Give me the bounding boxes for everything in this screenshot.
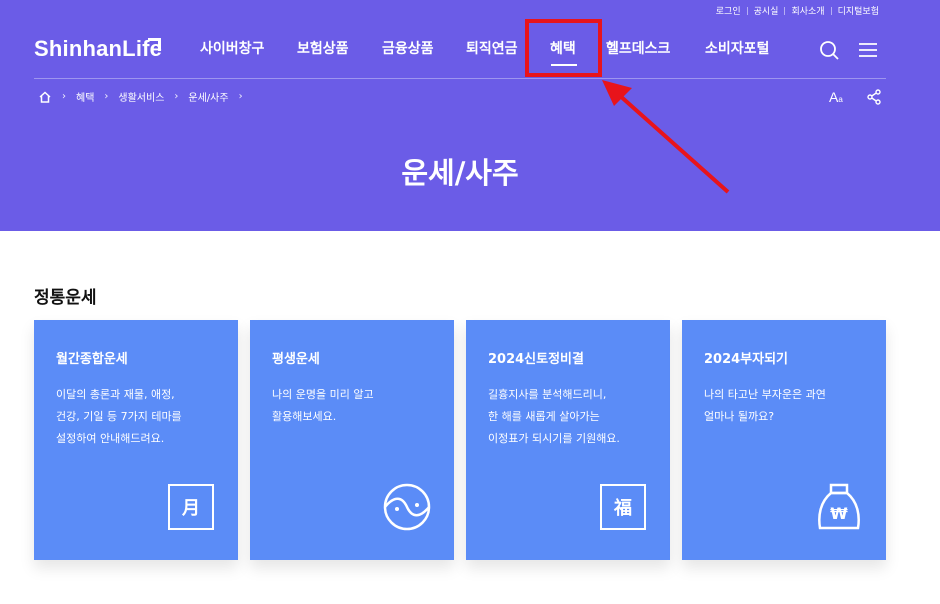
chevron-right-icon: ›: [62, 91, 66, 102]
card-title: 평생운세: [272, 352, 320, 367]
card-monthly-fortune[interactable]: 월간종합운세 이달의 총론과 재물, 애정, 건강, 기일 등 7가지 테마를 …: [34, 320, 238, 560]
font-size-button[interactable]: Aa: [829, 89, 843, 105]
font-size-label: A: [829, 89, 839, 105]
hamburger-menu-icon[interactable]: [858, 42, 878, 58]
card-description: 이달의 총론과 재물, 애정, 건강, 기일 등 7가지 테마를 설정하여 안내…: [56, 388, 182, 445]
card-title: 2024부자되기: [704, 352, 789, 367]
chevron-right-icon: ›: [104, 91, 109, 102]
login-link[interactable]: 로그인: [710, 4, 747, 17]
search-icon[interactable]: [819, 40, 839, 60]
nav-item-financial-products[interactable]: 금융상품: [382, 38, 434, 58]
logo-mark-icon: [148, 38, 161, 51]
disclosure-link[interactable]: 공시실: [748, 4, 785, 17]
nav-item-retirement-pension[interactable]: 퇴직연금: [466, 38, 518, 58]
money-bag-icon: ₩: [818, 483, 860, 530]
card-description: 길흉지사를 분석해드리니, 한 해를 새롭게 살아가는 이정표가 되시기를 기원…: [488, 388, 620, 445]
breadcrumb-benefits[interactable]: 혜택: [76, 89, 94, 104]
card-description: 나의 운명을 미리 알고 활용해보세요.: [272, 388, 374, 423]
card-get-rich[interactable]: 2024부자되기 나의 타고난 부자운은 과연 얼마나 될까요? ₩: [682, 320, 886, 560]
highlight-box: [525, 19, 602, 77]
page-title: 운세/사주: [401, 156, 519, 190]
utility-nav: 로그인 공시실 회사소개 디지털보험: [710, 4, 885, 17]
month-char-icon: 月: [168, 484, 214, 530]
breadcrumb-life-service[interactable]: 생활서비스: [118, 89, 164, 104]
section-title: 정통운세: [34, 288, 97, 308]
header-divider: [34, 78, 886, 79]
nav-item-help-desk[interactable]: 헬프데스크: [606, 38, 670, 58]
card-description: 나의 타고난 부자운은 과연 얼마나 될까요?: [704, 388, 826, 423]
nav-item-insurance-products[interactable]: 보험상품: [297, 38, 349, 58]
breadcrumb-fortune[interactable]: 운세/사주: [188, 89, 228, 104]
digital-insurance-link[interactable]: 디지털보험: [832, 4, 885, 17]
font-size-small-label: a: [838, 95, 843, 104]
chevron-right-icon: ›: [238, 91, 243, 102]
card-tojeong[interactable]: 2024신토정비결 길흉지사를 분석해드리니, 한 해를 새롭게 살아가는 이정…: [466, 320, 670, 560]
card-title: 월간종합운세: [56, 352, 128, 367]
fortune-char-icon: 福: [600, 484, 646, 530]
hero-banner: 로그인 공시실 회사소개 디지털보험 ShinhanLife 사이버창구 보험상…: [0, 0, 940, 231]
share-icon[interactable]: [866, 89, 882, 105]
card-lifetime-fortune[interactable]: 평생운세 나의 운명을 미리 알고 활용해보세요.: [250, 320, 454, 560]
chevron-right-icon: ›: [174, 91, 179, 102]
shinhan-life-logo[interactable]: ShinhanLife: [34, 36, 162, 62]
home-icon[interactable]: [38, 90, 52, 104]
yin-yang-icon: [383, 483, 431, 531]
company-info-link[interactable]: 회사소개: [785, 4, 830, 17]
nav-item-consumer-portal[interactable]: 소비자포털: [705, 38, 769, 58]
card-title: 2024신토정비결: [488, 352, 584, 367]
breadcrumb: › 혜택 › 생활서비스 › 운세/사주 ›: [38, 89, 253, 104]
nav-item-cyber-window[interactable]: 사이버창구: [200, 38, 264, 58]
won-sign: ₩: [830, 504, 848, 523]
